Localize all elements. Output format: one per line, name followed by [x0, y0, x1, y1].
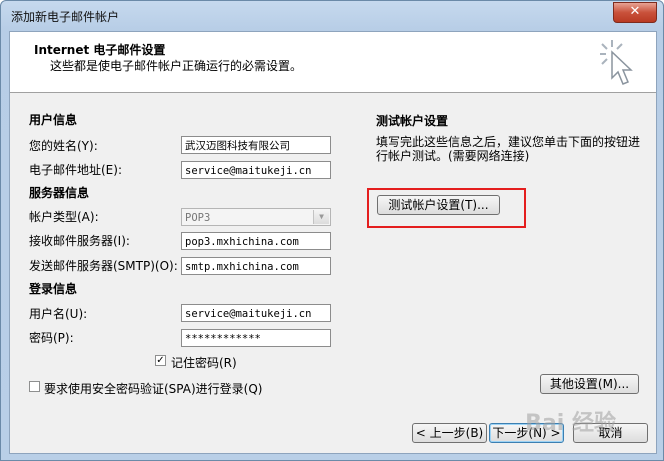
account-type-label: 帐户类型(A): [29, 210, 99, 224]
name-field[interactable]: 武汉迈图科技有限公司 [181, 136, 331, 154]
test-account-button[interactable]: 测试帐户设置(T)... [377, 195, 500, 215]
test-settings-heading: 测试帐户设置 [376, 114, 449, 128]
wizard-header: Internet 电子邮件设置 这些都是使电子邮件帐户正确运行的必需设置。 [10, 32, 656, 93]
dialog-window: 添加新电子邮件帐户 ✕ Internet 电子邮件设置 这些都是使电子邮件帐户正… [0, 0, 664, 461]
server-info-heading: 服务器信息 [29, 186, 90, 200]
test-description: 填写完此这些信息之后，建议您单击下面的按钮进行帐户测试。(需要网络连接) [376, 135, 641, 163]
watermark: Bai 经验 [525, 411, 616, 436]
header-subtitle: 这些都是使电子邮件帐户正确运行的必需设置。 [50, 59, 303, 73]
username-field[interactable]: service@maitukeji.cn [181, 304, 331, 322]
cursor-click-icon [600, 40, 633, 85]
remember-password-label: 记住密码(R) [171, 356, 237, 370]
window-title: 添加新电子邮件帐户 [11, 10, 120, 24]
incoming-server-field[interactable]: pop3.mxhichina.com [181, 232, 331, 250]
header-title: Internet 电子邮件设置 [34, 43, 166, 57]
title-bar[interactable]: 添加新电子邮件帐户 ✕ [1, 1, 663, 31]
dialog-client: Internet 电子邮件设置 这些都是使电子邮件帐户正确运行的必需设置。 用户… [9, 31, 657, 454]
user-info-heading: 用户信息 [29, 113, 78, 127]
more-settings-button[interactable]: 其他设置(M)... [540, 374, 639, 394]
spa-checkbox[interactable] [29, 381, 40, 392]
back-button[interactable]: < 上一步(B) [412, 423, 487, 443]
checkmark-icon: ✓ [156, 355, 165, 366]
email-field[interactable]: service@maitukeji.cn [181, 161, 331, 179]
chevron-down-icon: ▼ [313, 210, 329, 224]
name-label: 您的姓名(Y): [29, 139, 98, 153]
close-button[interactable]: ✕ [613, 2, 657, 23]
login-info-heading: 登录信息 [29, 282, 78, 296]
incoming-server-label: 接收邮件服务器(I): [29, 234, 130, 248]
outgoing-server-field[interactable]: smtp.mxhichina.com [181, 257, 331, 275]
account-type-select: POP3 ▼ [181, 208, 331, 226]
username-label: 用户名(U): [29, 307, 88, 321]
outgoing-server-label: 发送邮件服务器(SMTP)(O): [29, 259, 178, 273]
spa-label: 要求使用安全密码验证(SPA)进行登录(Q) [44, 382, 263, 396]
remember-password-checkbox[interactable]: ✓ [155, 355, 166, 366]
email-label: 电子邮件地址(E): [29, 163, 122, 177]
account-type-value: POP3 [185, 212, 211, 224]
password-label: 密码(P): [29, 331, 74, 345]
password-field[interactable]: ************ [181, 329, 331, 347]
